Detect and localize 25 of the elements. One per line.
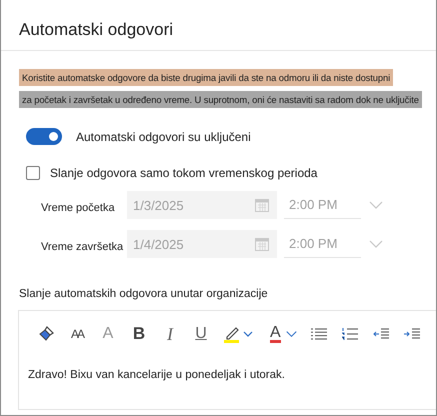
description-text: Koristite automatske odgovore da biste drugima javili da ste na odmoru ili da niste dostupni bbox=[19, 69, 394, 86]
calendar-icon bbox=[255, 237, 269, 251]
increase-indent-icon[interactable] bbox=[404, 328, 420, 340]
bold-button[interactable]: B bbox=[130, 323, 148, 345]
message-text: Zdravo! Bixu van kancelarije u ponedeljak i utorak. bbox=[28, 369, 286, 381]
numbered-list-icon[interactable] bbox=[342, 328, 358, 340]
section-label: Slanje automatskih odgovora unutar organizacije bbox=[19, 288, 269, 300]
toggle-switch[interactable] bbox=[26, 128, 62, 145]
message-editor[interactable]: AA A B I U A Zdravo! Bixu van kancelarije u ponedeljak i utorak. bbox=[18, 310, 436, 410]
font-size-button[interactable]: AA bbox=[68, 323, 86, 345]
font-color-button[interactable]: A bbox=[270, 323, 297, 345]
decrease-indent-icon[interactable] bbox=[372, 328, 389, 340]
toggle-label: Automatski odgovori su uključeni bbox=[76, 130, 251, 144]
field-label: Vreme početka bbox=[41, 202, 116, 214]
bulleted-list-icon[interactable] bbox=[310, 328, 327, 340]
chevron-down-icon[interactable] bbox=[286, 330, 297, 338]
calendar-icon bbox=[255, 198, 269, 212]
description-text: za početak i završetak u određeno vreme. U suprotnom, oni će nastaviti sa radom dok ne uključite bbox=[19, 91, 422, 108]
italic-button[interactable]: I bbox=[161, 323, 179, 345]
checkbox-label: Slanje odgovora samo tokom vremenskog perioda bbox=[50, 166, 318, 180]
paintbrush-icon[interactable] bbox=[37, 325, 55, 343]
dialog-title: Automatski odgovori bbox=[18, 19, 174, 41]
checkbox[interactable] bbox=[26, 166, 40, 180]
underline-button[interactable]: U bbox=[192, 323, 210, 345]
field-label: Vreme završetka bbox=[41, 241, 124, 253]
